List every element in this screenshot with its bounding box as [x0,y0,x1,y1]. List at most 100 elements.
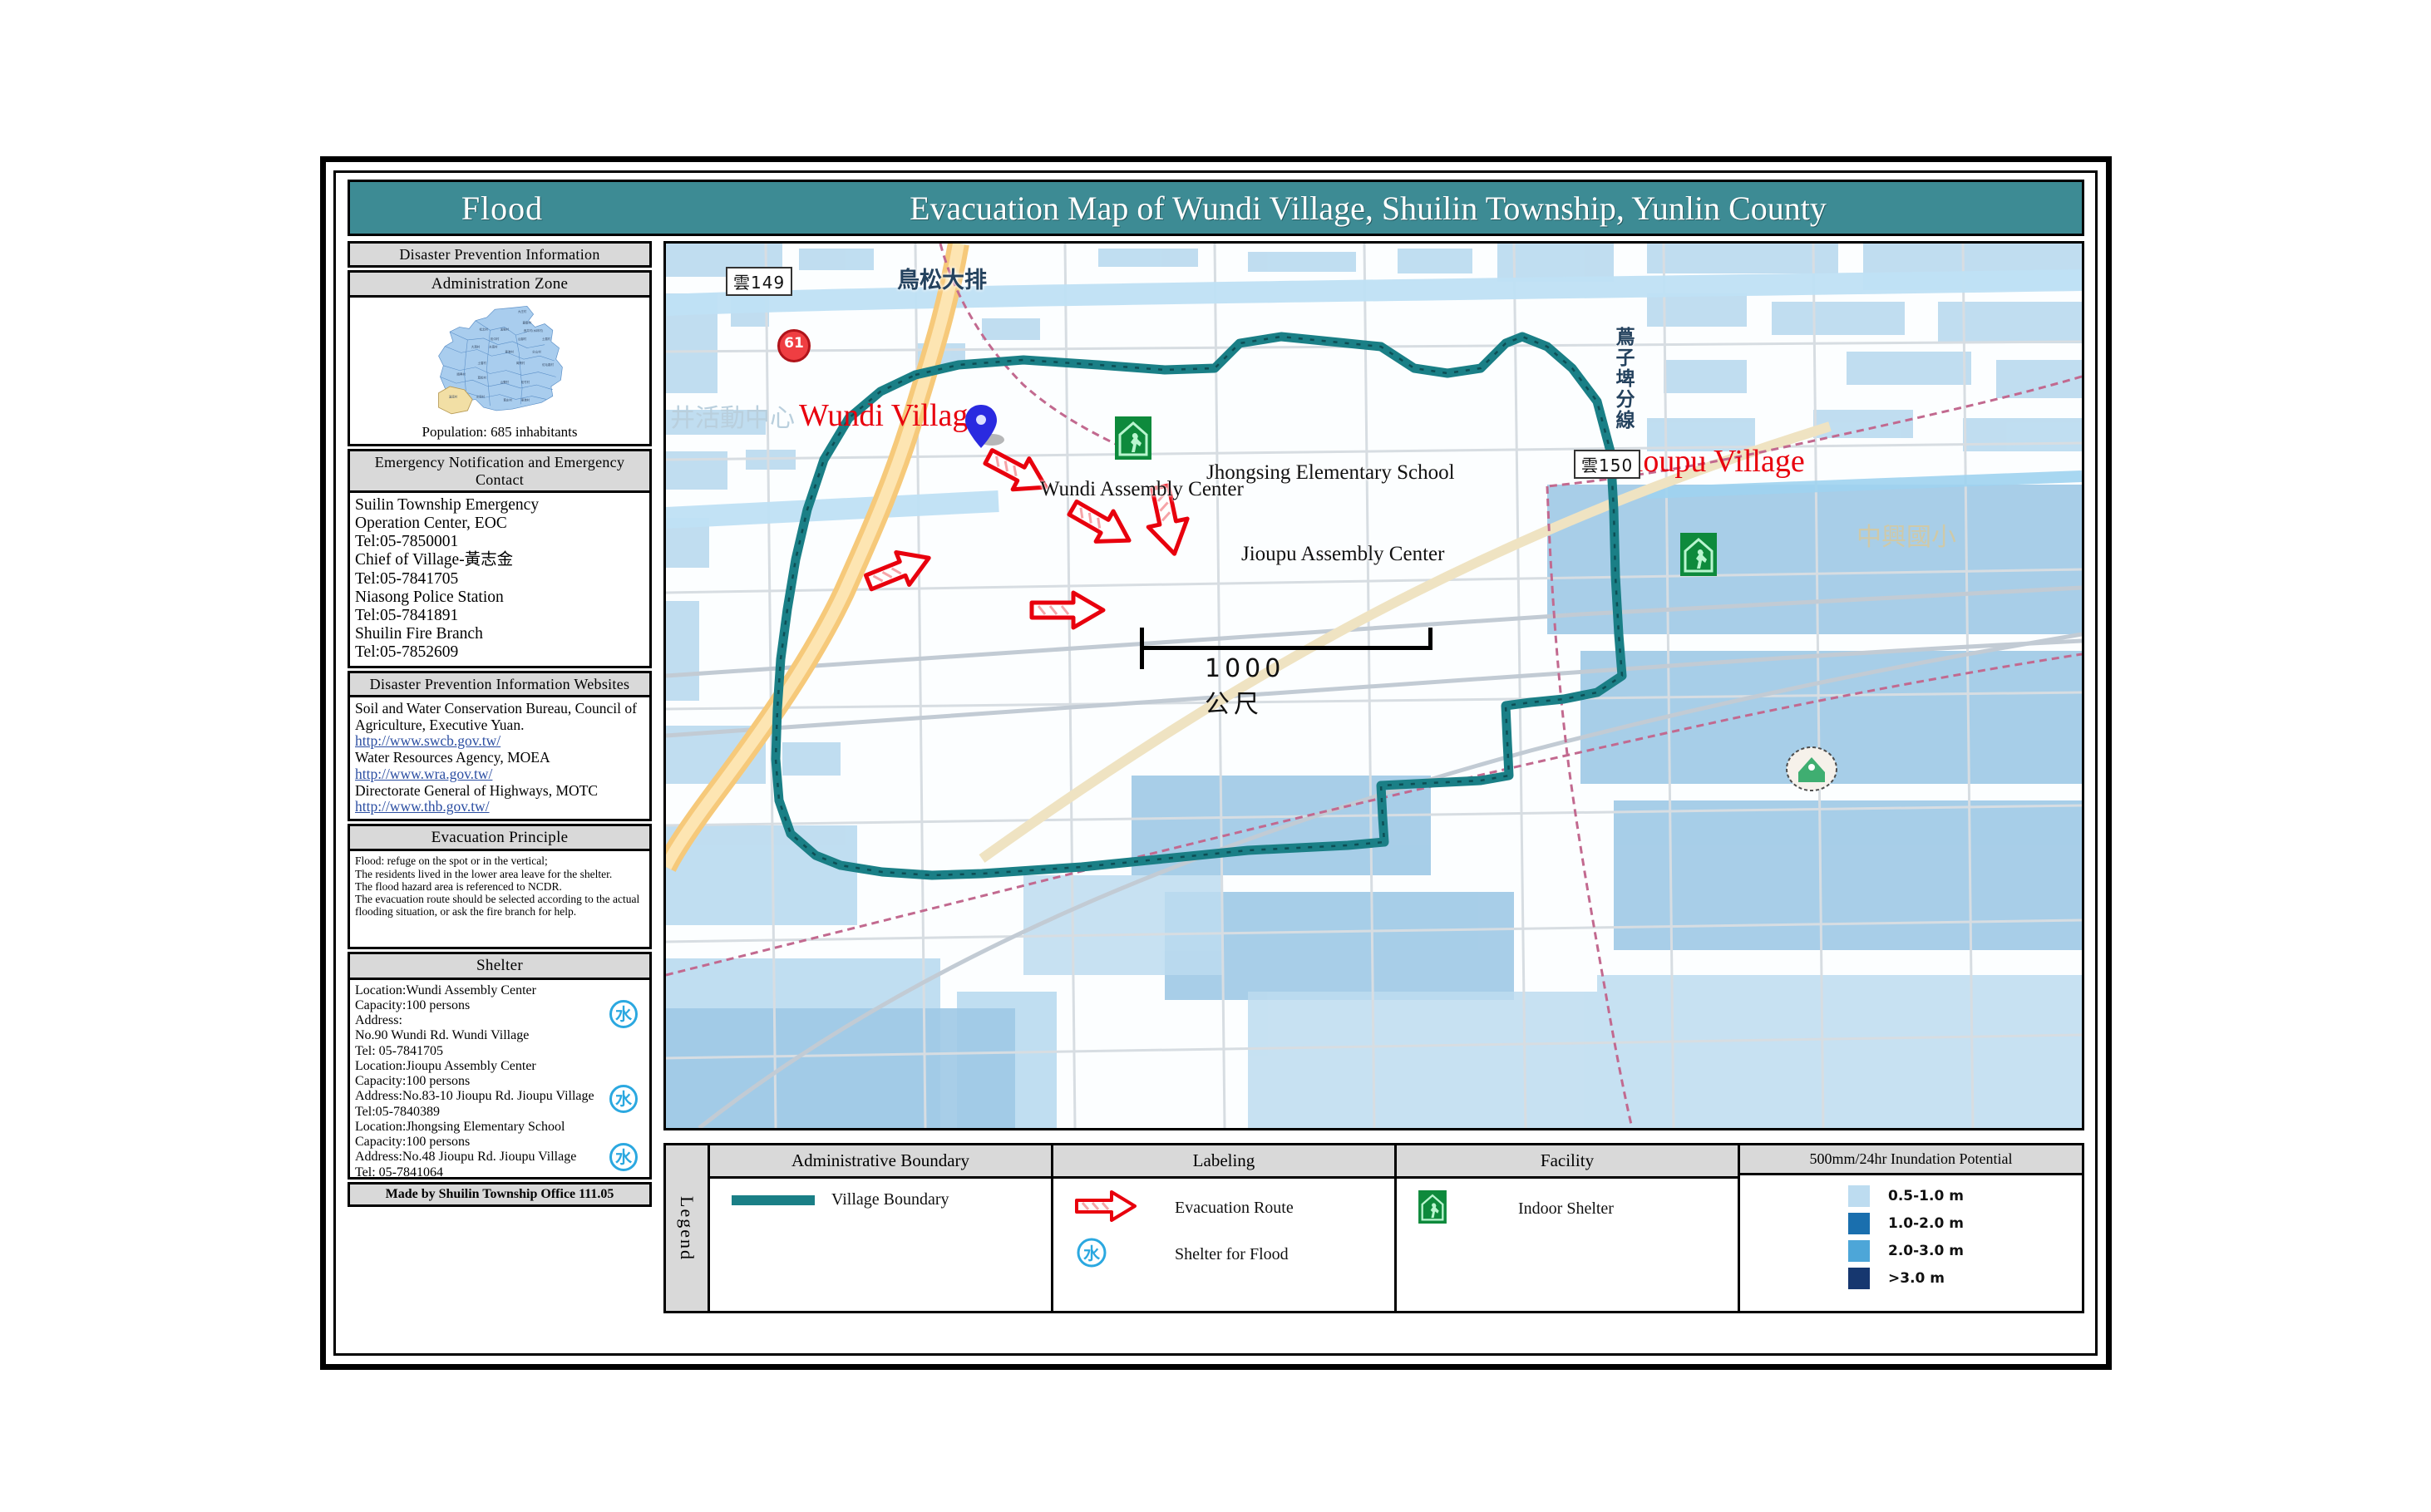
svg-text:順興村: 順興村 [456,372,466,377]
inundation-class-row: 2.0-3.0 m [1848,1240,2074,1262]
sidebar: Disaster Prevention Information Administ… [348,241,652,1207]
road-badge-yun150: 雲150 [1574,450,1641,479]
inundation-class-row: 0.5-1.0 m [1848,1185,2074,1207]
legend-header-inundation: 500mm/24hr Inundation Potential [1740,1145,2082,1175]
map-label-jioupu-assembly-center: Jioupu Assembly Center [1241,543,1445,565]
websites-body: Soil and Water Conservation Bureau, Coun… [348,697,652,822]
svg-text:水南村: 水南村 [489,345,498,349]
title-bar: Flood Evacuation Map of Wundi Village, S… [348,180,2084,236]
svg-text:萬興村: 萬興村 [516,361,525,365]
indoor-shelter-icon [1418,1190,1447,1228]
shelter-list: Location:Wundi Assembly Center Capacity:… [355,983,594,1180]
map-canvas [666,244,2082,1128]
legend-item-evacuation-route: Evacuation Route [1075,1190,1386,1226]
svg-text:尖山村: 尖山村 [532,350,541,354]
location-pin-icon [964,403,1004,450]
svg-text:文底村: 文底村 [476,395,486,399]
map-label-school-cn: 中興國小 [1857,523,1956,552]
scale-bar-label: 1000公尺 [1205,654,1285,719]
svg-text:松中村: 松中村 [491,337,500,341]
highway-badge-61: 61 [777,329,811,362]
red-arrow-icon [1075,1190,1137,1226]
website-link-swcb[interactable]: http://www.swcb.gov.tw/ [355,733,644,750]
website-org-0: Soil and Water Conservation Bureau, Coun… [355,699,637,733]
svg-text:溪墘村: 溪墘村 [500,328,510,332]
village-boundary-swatch [732,1194,815,1205]
inundation-label: 1.0-2.0 m [1888,1215,1964,1232]
website-org-1: Water Resources Agency, MOEA [355,749,550,766]
legend-label-evacuation-route: Evacuation Route [1175,1199,1294,1217]
svg-text:蘇秦村: 蘇秦村 [523,321,532,325]
legend-column-administrative-boundary: Administrative Boundary Village Boundary [710,1145,1053,1311]
map-label-wundi-village: Wundi Village [799,398,983,433]
inundation-label: >3.0 m [1888,1270,1945,1287]
map-label-canal: 蔦子埤分線 [1612,327,1634,431]
svg-text:大庄村: 大庄村 [518,309,527,313]
websites-header: Disaster Prevention Information Websites [348,670,652,697]
administration-zone-body: 大庄村 蘇秦村 溪墘村 西井村(水林村) 松北村 松中村 山腳村 土厝村 大溝村 水南村 … [348,298,652,447]
inundation-swatch [1848,1240,1870,1262]
svg-text:松竹村: 松竹村 [521,381,530,385]
township-map-svg: 大庄村蘇秦村 溪墘村 西井村(水林村) 松北村松中村 山腳村 土厝村 大溝村 水南村 … [438,306,563,415]
shelter-body: Location:Wundi Assembly Center Capacity:… [348,979,652,1180]
svg-text:車港村: 車港村 [521,398,530,402]
legend-tab: Legend [666,1145,710,1311]
evacuation-principle-header: Evacuation Principle [348,824,652,852]
indoor-shelter-icon[interactable] [1680,533,1717,576]
website-link-thb[interactable]: http://www.thb.gov.tw/ [355,799,644,815]
evacuation-principle-text: Flood: refuge on the spot or in the vert… [355,855,640,918]
administration-zone-header: Administration Zone [348,270,652,298]
legend-item-indoor-shelter: Indoor Shelter [1418,1190,1729,1228]
svg-text:山寮村: 山寮村 [500,381,510,385]
legend-column-inundation: 500mm/24hr Inundation Potential 0.5-1.0 … [1740,1145,2082,1311]
inundation-label: 2.0-3.0 m [1888,1243,1964,1259]
svg-text:土厝村: 土厝村 [478,361,487,365]
emergency-contact-body: Suilin Township Emergency Operation Cent… [348,492,652,668]
inundation-class-row: >3.0 m [1848,1268,2074,1289]
page-title: Evacuation Map of Wundi Village, Shuilin… [910,189,1827,227]
map-label-activity-center: 井活動中心 [670,404,795,433]
map-panel[interactable]: Wundi Village Jioupu Village Wundi Assem… [663,241,2084,1130]
legend-header-labeling: Labeling [1053,1145,1394,1179]
evacuation-principle-body: Flood: refuge on the spot or in the vert… [348,851,652,950]
disaster-prevention-information-header: Disaster Prevention Information [348,241,652,268]
legend-header-administrative-boundary: Administrative Boundary [710,1145,1051,1179]
svg-text:蔦松村: 蔦松村 [478,376,487,380]
legend-label-indoor-shelter: Indoor Shelter [1518,1199,1614,1218]
svg-text:山腳村: 山腳村 [518,337,527,341]
indoor-shelter-icon[interactable] [1115,416,1151,460]
water-shelter-icon: 水 [1075,1236,1108,1273]
legend: Legend Administrative Boundary Village B… [663,1143,2084,1313]
legend-column-facility: Facility Indoor Shelter [1397,1145,1740,1311]
inundation-swatch [1848,1268,1870,1289]
website-org-2: Directorate General of Highways, MOTC [355,781,599,799]
legend-label-village-boundary: Village Boundary [831,1190,949,1209]
svg-text:舊庄村: 舊庄村 [503,398,512,402]
road-badge-yun149: 雲149 [726,267,793,296]
legend-item-village-boundary: Village Boundary [732,1190,1043,1209]
map-label-jioupu-village: Jioupu Village [1622,444,1805,479]
shelter-header: Shelter [348,952,652,980]
svg-text:溪底村: 溪底村 [449,395,458,399]
inundation-class-row: 1.0-2.0 m [1848,1213,2074,1234]
legend-header-facility: Facility [1397,1145,1738,1179]
map-label-jhongsing-elementary-school: Jhongsing Elementary School [1206,461,1455,484]
legend-column-labeling: Labeling Evacuation Route 水 Shelter for … [1053,1145,1397,1311]
emergency-contact-header: Emergency Notification and Emergency Con… [348,449,652,493]
legend-tab-label: Legend [677,1195,698,1261]
inundation-label: 0.5-1.0 m [1888,1188,1964,1204]
svg-text:水: 水 [1083,1244,1101,1263]
svg-text:大溝村: 大溝村 [471,345,481,349]
inundation-swatch [1848,1185,1870,1207]
evacuation-map-page: Flood Evacuation Map of Wundi Village, S… [0,0,2431,1512]
svg-text:車港村: 車港村 [505,350,514,354]
website-link-wra[interactable]: http://www.wra.gov.tw/ [355,766,644,783]
legend-label-shelter-for-flood: Shelter for Flood [1175,1245,1289,1263]
svg-text:西井村(水林村): 西井村(水林村) [524,329,544,333]
population-text: Population: 685 inhabitants [422,424,578,441]
svg-text:紅毛路村: 紅毛路村 [542,362,554,367]
svg-text:土厝村: 土厝村 [542,337,551,341]
legend-item-shelter-for-flood: 水 Shelter for Flood [1075,1236,1386,1273]
made-by-footer: Made by Shuilin Township Office 111.05 [348,1181,652,1207]
emergency-contact-list: Suilin Township Emergency Operation Cent… [355,495,540,662]
